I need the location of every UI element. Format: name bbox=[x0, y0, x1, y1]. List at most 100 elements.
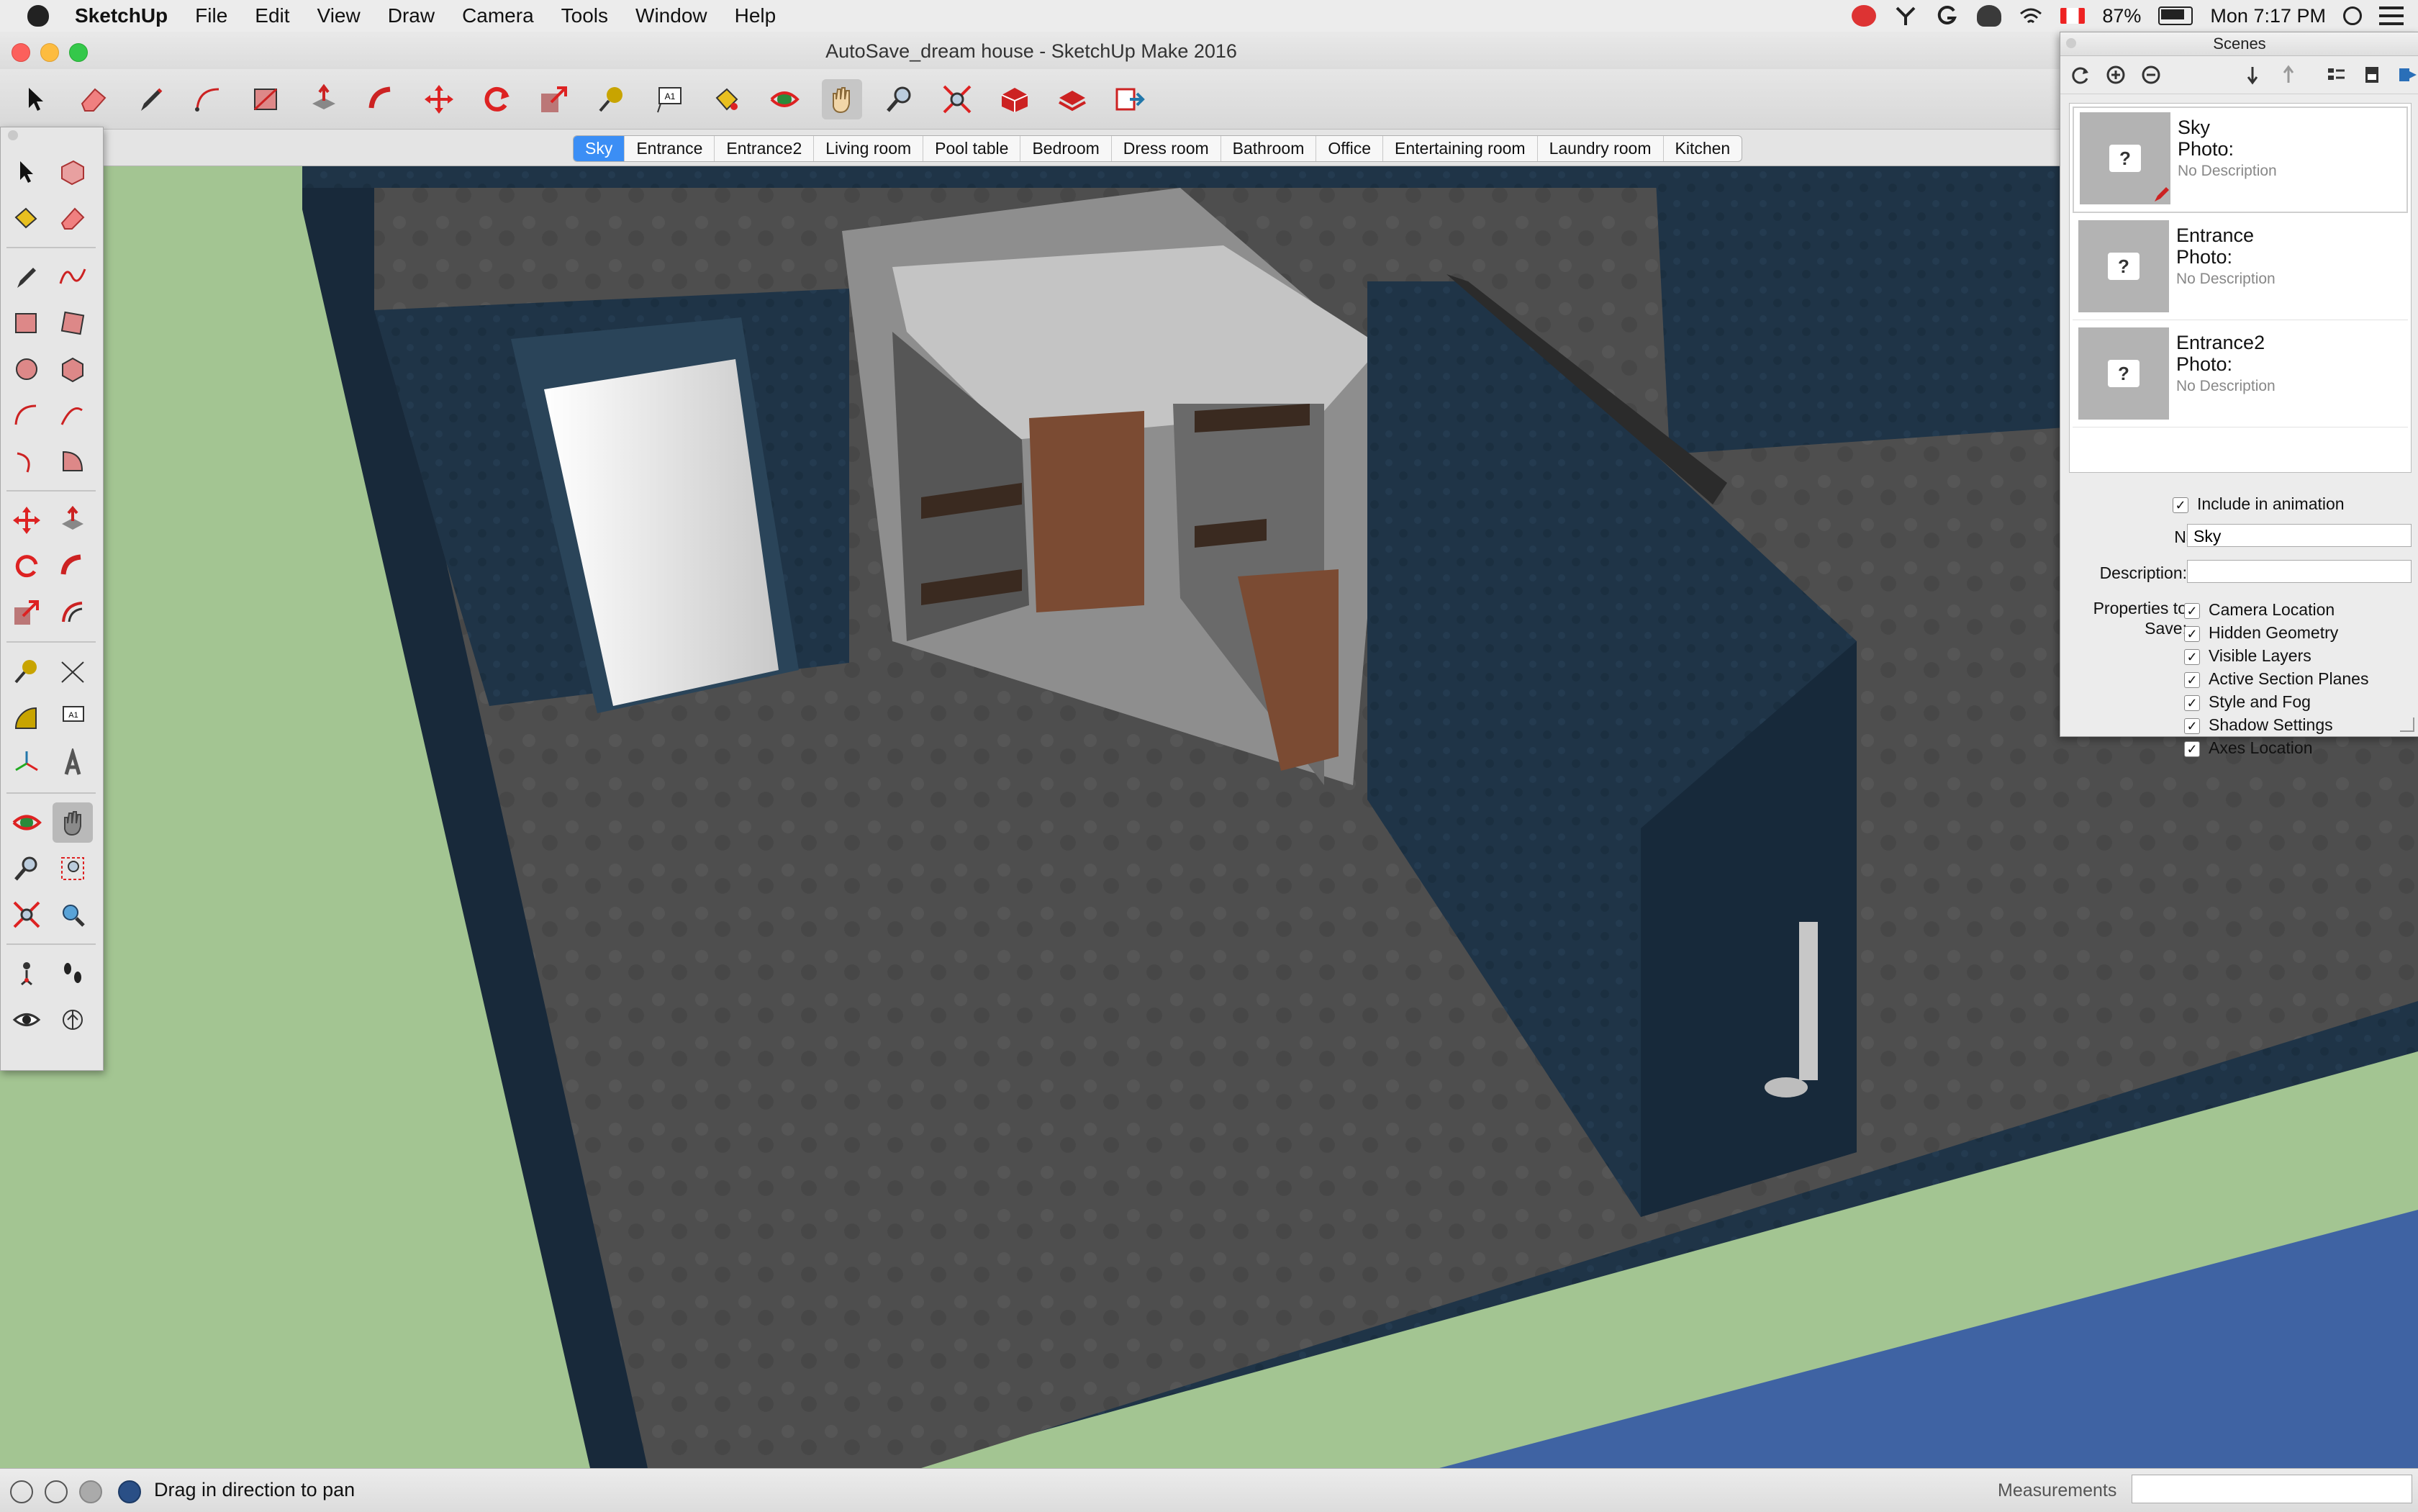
model-viewport[interactable] bbox=[0, 166, 2418, 1468]
credits-icon[interactable] bbox=[45, 1480, 68, 1503]
scene-tab-dress-room[interactable]: Dress room bbox=[1112, 136, 1221, 161]
send-to-layout-button[interactable] bbox=[1110, 79, 1150, 119]
zoom-extents-tool-button[interactable] bbox=[937, 79, 977, 119]
geo-location-icon[interactable] bbox=[10, 1480, 33, 1503]
scene-tab-office[interactable]: Office bbox=[1316, 136, 1384, 161]
shadow-settings-checkbox[interactable]: ✓ bbox=[2184, 717, 2200, 734]
text-tool-button[interactable]: A1 bbox=[649, 79, 689, 119]
scale-tool-button[interactable] bbox=[534, 79, 574, 119]
palette-line-button[interactable] bbox=[6, 257, 47, 297]
pencil-tool-button[interactable] bbox=[131, 79, 171, 119]
palette-push-pull-button[interactable] bbox=[53, 500, 93, 540]
scene-tab-entrance[interactable]: Entrance bbox=[625, 136, 715, 161]
palette-pan-button[interactable] bbox=[53, 802, 93, 843]
push-pull-tool-button[interactable] bbox=[304, 79, 344, 119]
3d-model-render[interactable] bbox=[0, 166, 2418, 1468]
palette-zoom-window-button[interactable] bbox=[53, 848, 93, 889]
palette-axes-button[interactable] bbox=[6, 743, 47, 784]
palette-section-plane-button[interactable] bbox=[53, 1000, 93, 1040]
rectangle-tool-button[interactable] bbox=[246, 79, 286, 119]
3d-warehouse-button[interactable] bbox=[995, 79, 1035, 119]
scene-tab-sky[interactable]: Sky bbox=[574, 136, 625, 161]
arc-tool-button[interactable] bbox=[189, 79, 229, 119]
wifi-icon[interactable] bbox=[2019, 5, 2043, 27]
style-and-fog-checkbox[interactable]: ✓ bbox=[2184, 694, 2200, 711]
battery-icon[interactable] bbox=[2158, 6, 2193, 25]
scene-list[interactable]: ? Sky Photo: No Description ? Entrance Pho… bbox=[2069, 103, 2412, 473]
palette-make-component-button[interactable] bbox=[53, 152, 93, 192]
clock[interactable]: Mon 7:17 PM bbox=[2210, 5, 2326, 27]
notification-center-icon[interactable] bbox=[2379, 6, 2404, 25]
palette-zoom-extents-button[interactable] bbox=[6, 895, 47, 935]
scenes-expand-button[interactable] bbox=[2396, 63, 2418, 87]
palette-3d-text-button[interactable] bbox=[53, 743, 93, 784]
palette-text-button[interactable]: A1 bbox=[53, 697, 93, 738]
resize-handle[interactable] bbox=[2400, 717, 2414, 732]
scene-tab-bathroom[interactable]: Bathroom bbox=[1221, 136, 1317, 161]
notification-icon[interactable] bbox=[1852, 5, 1877, 27]
menu-file[interactable]: File bbox=[195, 4, 227, 27]
grammarly-icon[interactable] bbox=[1935, 5, 1960, 27]
tape-measure-tool-button[interactable] bbox=[592, 79, 632, 119]
menu-draw[interactable]: Draw bbox=[388, 4, 435, 27]
include-in-animation-checkbox[interactable]: ✓ bbox=[2173, 497, 2188, 513]
scenes-panel-close-button[interactable] bbox=[2066, 38, 2076, 48]
palette-rotate-button[interactable] bbox=[6, 546, 47, 587]
scene-description-input[interactable] bbox=[2187, 560, 2412, 583]
move-tool-button[interactable] bbox=[419, 79, 459, 119]
remove-scene-button[interactable] bbox=[2140, 63, 2163, 87]
palette-circle-button[interactable] bbox=[6, 349, 47, 389]
add-scene-button[interactable] bbox=[2104, 63, 2127, 87]
scene-tab-pool-table[interactable]: Pool table bbox=[923, 136, 1021, 161]
palette-freehand-button[interactable] bbox=[53, 257, 93, 297]
eraser-tool-button[interactable] bbox=[73, 79, 114, 119]
pan-tool-button[interactable] bbox=[822, 78, 862, 119]
canada-flag-icon[interactable] bbox=[2060, 8, 2086, 24]
scene-item-sky[interactable]: ? Sky Photo: No Description bbox=[2073, 107, 2408, 213]
hat-icon[interactable] bbox=[1977, 5, 2002, 27]
palette-zoom-button[interactable] bbox=[6, 848, 47, 889]
scene-item-entrance2[interactable]: ? Entrance2 Photo: No Description bbox=[2073, 323, 2408, 427]
palette-rectangle-button[interactable] bbox=[6, 303, 47, 343]
paint-bucket-tool-button[interactable] bbox=[707, 79, 747, 119]
fork-icon[interactable] bbox=[1893, 5, 1918, 27]
active-section-planes-checkbox[interactable]: ✓ bbox=[2184, 671, 2200, 688]
scene-tab-entertaining-room[interactable]: Entertaining room bbox=[1383, 136, 1538, 161]
palette-paint-bucket-button[interactable] bbox=[6, 198, 47, 238]
view-options-button[interactable] bbox=[2325, 63, 2347, 87]
show-details-button[interactable] bbox=[2361, 63, 2383, 87]
scene-tab-kitchen[interactable]: Kitchen bbox=[1664, 136, 1742, 161]
spotlight-search-icon[interactable] bbox=[2343, 6, 2362, 25]
help-icon[interactable] bbox=[118, 1480, 141, 1503]
palette-walk-button[interactable] bbox=[53, 954, 93, 994]
palette-follow-me-button[interactable] bbox=[53, 546, 93, 587]
palette-position-camera-button[interactable] bbox=[6, 954, 47, 994]
move-scene-up-button[interactable] bbox=[2277, 63, 2299, 87]
palette-2point-arc-button[interactable] bbox=[53, 395, 93, 435]
rotate-tool-button[interactable] bbox=[476, 79, 517, 119]
hidden-geometry-checkbox[interactable]: ✓ bbox=[2184, 625, 2200, 642]
select-tool-button[interactable] bbox=[16, 79, 56, 119]
menu-tools[interactable]: Tools bbox=[561, 4, 608, 27]
scene-tab-living-room[interactable]: Living room bbox=[814, 136, 924, 161]
palette-look-around-button[interactable] bbox=[6, 1000, 47, 1040]
zoom-tool-button[interactable] bbox=[879, 79, 920, 119]
palette-tape-measure-button[interactable] bbox=[6, 651, 47, 692]
palette-rotated-rectangle-button[interactable] bbox=[53, 303, 93, 343]
orbit-tool-button[interactable] bbox=[764, 79, 805, 119]
apple-menu-icon[interactable] bbox=[27, 5, 49, 27]
menu-camera[interactable]: Camera bbox=[462, 4, 534, 27]
palette-dimension-button[interactable] bbox=[53, 651, 93, 692]
camera-location-checkbox[interactable]: ✓ bbox=[2184, 602, 2200, 619]
move-scene-down-button[interactable] bbox=[2242, 63, 2264, 87]
palette-offset-button[interactable] bbox=[53, 592, 93, 633]
menu-help[interactable]: Help bbox=[735, 4, 776, 27]
palette-protractor-button[interactable] bbox=[6, 697, 47, 738]
update-scene-button[interactable] bbox=[2069, 63, 2091, 87]
app-menu[interactable]: SketchUp bbox=[75, 4, 168, 27]
palette-select-button[interactable] bbox=[6, 152, 47, 192]
scene-tab-bedroom[interactable]: Bedroom bbox=[1020, 136, 1112, 161]
palette-close-button[interactable] bbox=[8, 130, 18, 140]
scene-tab-entrance2[interactable]: Entrance2 bbox=[715, 136, 815, 161]
scene-tab-laundry-room[interactable]: Laundry room bbox=[1538, 136, 1664, 161]
